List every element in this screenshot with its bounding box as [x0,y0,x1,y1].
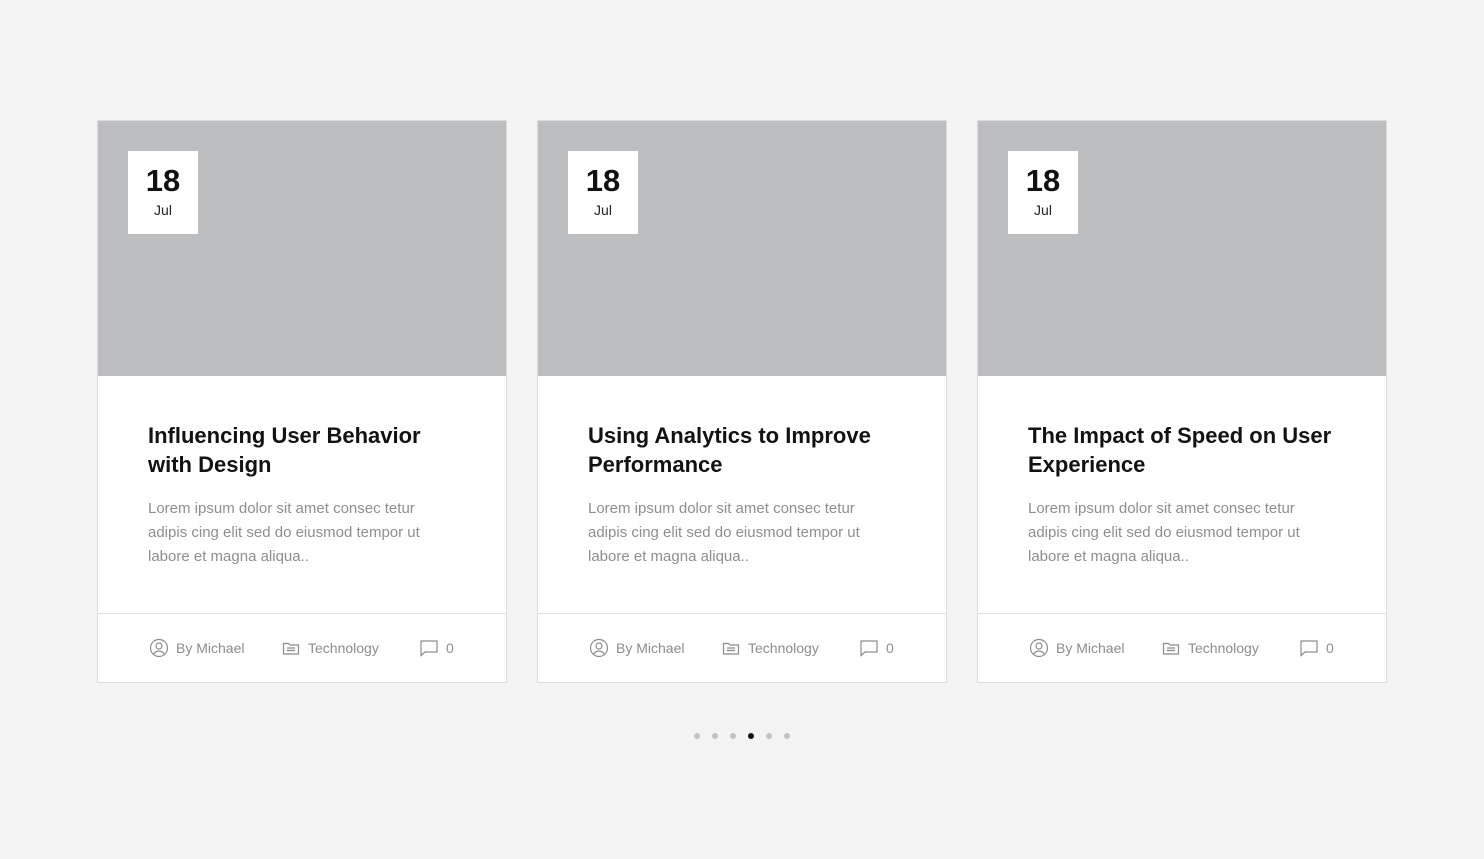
date-day: 18 [145,163,181,198]
user-circle-icon [589,638,609,658]
date-day: 18 [1025,163,1061,198]
post-author-link[interactable]: By Michael [1029,637,1124,659]
post-title-link[interactable]: Influencing User Behavior with Design [148,421,468,479]
date-badge: 18 Jul [128,151,198,234]
comment-icon [420,640,438,657]
date-badge: 18 Jul [1008,151,1078,234]
post-excerpt: Lorem ipsum dolor sit amet consec tetur … [588,500,860,565]
comment-icon [1300,640,1318,657]
carousel-pagination [694,733,790,739]
post-author: By Michael [176,640,245,656]
post-category: Technology [748,640,819,656]
post-author: By Michael [616,640,685,656]
blog-post-card[interactable]: 18 Jul Influencing User Behavior with De… [97,120,507,683]
comment-icon [860,640,878,657]
post-category-link[interactable]: Technology [281,637,379,659]
user-circle-icon [149,638,169,658]
post-thumbnail[interactable]: 18 Jul [978,121,1386,376]
post-excerpt: Lorem ipsum dolor sit amet consec tetur … [148,500,420,565]
post-comment-count: 0 [1326,640,1334,656]
card-divider [538,613,946,614]
blog-post-card[interactable]: 18 Jul Using Analytics to Improve Perfor… [537,120,947,683]
date-month: Jul [594,202,612,218]
pagination-dot[interactable] [766,733,772,739]
blog-post-card[interactable]: 18 Jul The Impact of Speed on User Exper… [977,120,1387,683]
folder-icon [282,642,300,655]
folder-icon [722,642,740,655]
post-thumbnail[interactable]: 18 Jul [538,121,946,376]
post-excerpt: Lorem ipsum dolor sit amet consec tetur … [1028,500,1300,565]
post-comments-link[interactable]: 0 [859,637,894,659]
post-comments-link[interactable]: 0 [1299,637,1334,659]
user-circle-icon [1029,638,1049,658]
card-divider [98,613,506,614]
post-author-link[interactable]: By Michael [149,637,244,659]
pagination-dot-active[interactable] [748,733,754,739]
date-month: Jul [154,202,172,218]
post-author-link[interactable]: By Michael [589,637,684,659]
post-author: By Michael [1056,640,1125,656]
date-month: Jul [1034,202,1052,218]
pagination-dot[interactable] [784,733,790,739]
post-comment-count: 0 [886,640,894,656]
post-title-link[interactable]: Using Analytics to Improve Performance [588,421,908,479]
post-thumbnail[interactable]: 18 Jul [98,121,506,376]
card-divider [978,613,1386,614]
pagination-dot[interactable] [730,733,736,739]
pagination-dot[interactable] [694,733,700,739]
date-day: 18 [585,163,621,198]
post-category-link[interactable]: Technology [721,637,819,659]
blog-carousel: 18 Jul Influencing User Behavior with De… [97,120,1387,683]
post-category: Technology [308,640,379,656]
post-comment-count: 0 [446,640,454,656]
post-comments-link[interactable]: 0 [419,637,454,659]
folder-icon [1162,642,1180,655]
post-category: Technology [1188,640,1259,656]
post-category-link[interactable]: Technology [1161,637,1259,659]
date-badge: 18 Jul [568,151,638,234]
post-title-link[interactable]: The Impact of Speed on User Experience [1028,421,1348,479]
pagination-dot[interactable] [712,733,718,739]
